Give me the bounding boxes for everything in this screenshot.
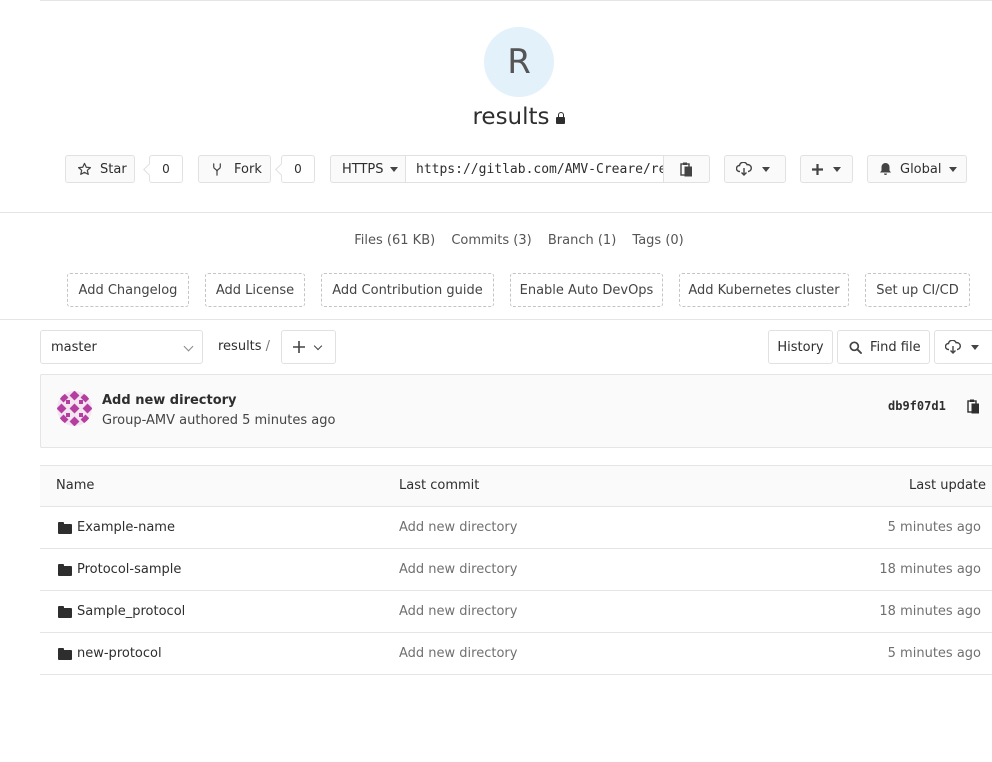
column-header-last-update: Last update xyxy=(909,478,987,493)
enable-auto-devops-button[interactable]: Enable Auto DevOps xyxy=(510,273,663,307)
project-name[interactable]: results xyxy=(472,104,549,130)
project-avatar: R xyxy=(484,27,554,97)
commit-title[interactable]: Add new directory xyxy=(102,393,237,408)
clone-url-value: https://gitlab.com/AMV-Creare/results.gi… xyxy=(416,161,663,177)
caret-down-icon xyxy=(833,166,841,172)
commit-message-link[interactable]: Add new directory xyxy=(399,562,517,577)
commit-authored-time: authored 5 minutes ago xyxy=(179,413,336,428)
tree-download-dropdown[interactable] xyxy=(934,330,992,364)
find-file-label: Find file xyxy=(870,339,921,355)
history-label: History xyxy=(777,339,824,355)
add-to-tree-dropdown[interactable] xyxy=(281,330,336,364)
stat-tags[interactable]: Tags (0) xyxy=(632,233,683,248)
author-avatar[interactable] xyxy=(57,391,92,426)
file-name-link[interactable]: Protocol-sample xyxy=(77,562,181,577)
folder-icon xyxy=(58,522,72,534)
stat-commits[interactable]: Commits (3) xyxy=(451,233,531,248)
folder-icon xyxy=(58,648,72,660)
add-contribution-guide-button[interactable]: Add Contribution guide xyxy=(321,273,494,307)
cloud-download-icon xyxy=(736,162,752,176)
star-count[interactable]: 0 xyxy=(149,155,183,183)
copy-url-button[interactable] xyxy=(663,155,710,183)
chevron-down-icon xyxy=(313,341,323,350)
breadcrumb-root[interactable]: results xyxy=(218,339,262,354)
section-divider xyxy=(0,319,992,320)
add-license-button[interactable]: Add License xyxy=(205,273,305,307)
folder-icon xyxy=(58,606,72,618)
file-name-link[interactable]: Sample_protocol xyxy=(77,604,185,619)
branch-select[interactable]: master xyxy=(40,330,203,364)
commit-sha[interactable]: db9f07d1 xyxy=(888,399,946,413)
last-commit-panel xyxy=(40,374,992,448)
caret-down-icon xyxy=(971,344,979,350)
fork-count[interactable]: 0 xyxy=(281,155,315,183)
protocol-dropdown[interactable]: HTTPS xyxy=(330,155,406,183)
folder-icon xyxy=(58,564,72,576)
lock-icon xyxy=(555,111,566,124)
fork-button[interactable]: Fork xyxy=(198,155,271,183)
commit-meta: Group-AMV authored 5 minutes ago xyxy=(102,413,335,428)
file-name-link[interactable]: Example-name xyxy=(77,520,175,535)
top-divider xyxy=(40,0,992,1)
commit-message-link[interactable]: Add new directory xyxy=(399,520,517,535)
copy-sha-icon[interactable] xyxy=(966,399,981,414)
file-name-link[interactable]: new-protocol xyxy=(77,646,162,661)
star-button[interactable]: Star xyxy=(65,155,135,183)
add-changelog-button[interactable]: Add Changelog xyxy=(67,273,189,307)
commit-message-link[interactable]: Add new directory xyxy=(399,604,517,619)
file-table-header xyxy=(40,465,992,507)
clone-url-input[interactable]: https://gitlab.com/AMV-Creare/results.gi… xyxy=(405,155,664,183)
last-update-time: 18 minutes ago xyxy=(879,562,981,577)
breadcrumb: results / xyxy=(218,339,270,354)
fork-icon xyxy=(213,162,221,176)
stat-files[interactable]: Files (61 KB) xyxy=(354,233,435,248)
add-kubernetes-cluster-button[interactable]: Add Kubernetes cluster xyxy=(679,273,849,307)
fork-count-value: 0 xyxy=(294,162,302,176)
plus-icon xyxy=(812,163,823,175)
commit-message-link[interactable]: Add new directory xyxy=(399,646,517,661)
find-file-button[interactable]: Find file xyxy=(837,330,930,364)
star-count-value: 0 xyxy=(162,162,170,176)
project-stats: Files (61 KB) Commits (3) Branch (1) Tag… xyxy=(0,233,992,248)
project-title: results xyxy=(0,104,992,130)
cloud-download-icon xyxy=(945,340,961,354)
column-header-last-commit: Last commit xyxy=(399,478,480,493)
caret-down-icon xyxy=(949,166,958,172)
caret-down-icon xyxy=(762,166,770,172)
section-divider xyxy=(0,212,992,213)
notification-label: Global xyxy=(900,161,942,177)
branch-name: master xyxy=(51,339,97,355)
setup-ci-cd-button[interactable]: Set up CI/CD xyxy=(865,273,970,307)
search-icon xyxy=(849,340,862,354)
project-avatar-letter: R xyxy=(507,42,531,82)
fork-label: Fork xyxy=(234,161,262,177)
caret-down-icon xyxy=(389,166,398,172)
commit-author[interactable]: Group-AMV xyxy=(102,413,175,428)
history-button[interactable]: History xyxy=(768,330,833,364)
clipboard-icon xyxy=(680,162,692,176)
bell-icon xyxy=(880,163,891,175)
star-icon xyxy=(77,162,92,175)
chevron-down-icon xyxy=(183,341,194,352)
plus-icon xyxy=(293,341,305,353)
last-update-time: 18 minutes ago xyxy=(879,604,981,619)
notification-dropdown[interactable]: Global xyxy=(867,155,967,183)
last-update-time: 5 minutes ago xyxy=(887,520,981,535)
column-header-name: Name xyxy=(56,478,95,493)
last-update-time: 5 minutes ago xyxy=(887,646,981,661)
protocol-label: HTTPS xyxy=(342,161,384,177)
star-label: Star xyxy=(100,161,127,177)
add-dropdown[interactable] xyxy=(800,155,853,183)
stat-branch[interactable]: Branch (1) xyxy=(548,233,616,248)
breadcrumb-separator: / xyxy=(265,339,270,354)
download-dropdown[interactable] xyxy=(724,155,786,183)
